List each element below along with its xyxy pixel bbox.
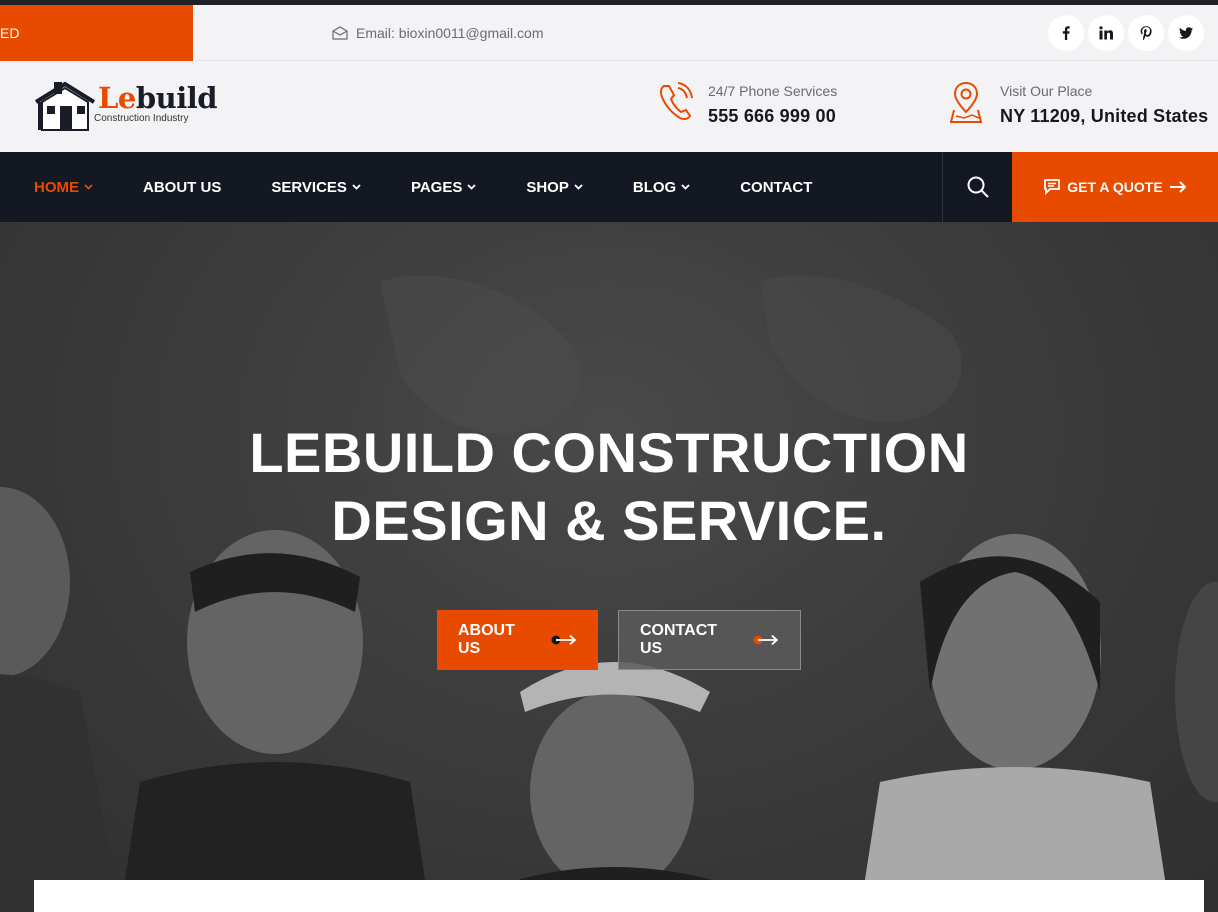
nav-item-home[interactable]: HOME <box>34 179 93 196</box>
hero-background-photo <box>0 222 1218 912</box>
chevron-down-icon <box>467 184 476 190</box>
contact-us-button[interactable]: CONTACT US <box>618 610 801 670</box>
nav-item-contact[interactable]: CONTACT <box>740 179 812 196</box>
house-logo-icon <box>34 81 96 131</box>
chat-bubble-icon <box>1044 179 1061 195</box>
logo-wordmark: Lebuild <box>98 81 218 115</box>
get-a-quote-button[interactable]: GET A QUOTE <box>1012 152 1218 222</box>
nav-item-blog[interactable]: BLOG <box>633 179 690 196</box>
place-label: Visit Our Place <box>1000 83 1093 99</box>
chevron-down-icon <box>574 184 583 190</box>
arrow-right-icon <box>753 634 779 646</box>
phone-info: 24/7 Phone Services 555 666 999 00 <box>658 80 837 127</box>
about-us-button[interactable]: ABOUT US <box>437 610 598 670</box>
site-header: Lebuild Construction Industry 24/7 Phone… <box>0 62 1218 152</box>
email-text: Email: bioxin0011@gmail.com <box>356 25 544 41</box>
phone-label: 24/7 Phone Services <box>708 83 838 99</box>
nav-item-about-us[interactable]: ABOUT US <box>143 179 221 196</box>
location-info: Visit Our Place NY 11209, United States <box>950 80 1208 127</box>
content-card-top <box>34 880 1204 912</box>
main-navigation: HOME ABOUT US SERVICES PAGES SHOP BLOG C… <box>0 152 1218 222</box>
nav-item-shop[interactable]: SHOP <box>526 179 583 196</box>
chevron-down-icon <box>352 184 361 190</box>
top-bar: ED Email: bioxin0011@gmail.com <box>0 5 1218 61</box>
envelope-icon <box>332 26 348 40</box>
hero-title-line-2: DESIGN & SERVICE. <box>331 489 887 552</box>
linkedin-icon[interactable] <box>1088 15 1124 51</box>
twitter-icon[interactable] <box>1168 15 1204 51</box>
arrow-right-icon <box>1169 181 1187 193</box>
hero-banner: LEBUILD CONSTRUCTION DESIGN & SERVICE. A… <box>0 222 1218 912</box>
nav-item-pages[interactable]: PAGES <box>411 179 476 196</box>
phone-number[interactable]: 555 666 999 00 <box>708 106 837 127</box>
topbar-email[interactable]: Email: bioxin0011@gmail.com <box>332 5 543 61</box>
chevron-down-icon <box>681 184 690 190</box>
phone-icon <box>659 82 693 121</box>
search-icon <box>967 176 989 198</box>
nav-item-services[interactable]: SERVICES <box>271 179 361 196</box>
pinterest-icon[interactable] <box>1128 15 1164 51</box>
logo[interactable]: Lebuild Construction Industry <box>34 80 218 134</box>
hero-title-line-1: LEBUILD CONSTRUCTION <box>249 421 969 484</box>
social-links <box>1048 15 1204 51</box>
topbar-announcement: ED <box>0 5 193 61</box>
facebook-icon[interactable] <box>1048 15 1084 51</box>
map-pin-icon <box>950 81 983 123</box>
arrow-right-icon <box>551 634 577 646</box>
chevron-down-icon <box>84 184 93 190</box>
search-button[interactable] <box>942 152 1012 222</box>
place-address: NY 11209, United States <box>1000 106 1209 126</box>
nav-menu: HOME ABOUT US SERVICES PAGES SHOP BLOG C… <box>34 152 862 222</box>
